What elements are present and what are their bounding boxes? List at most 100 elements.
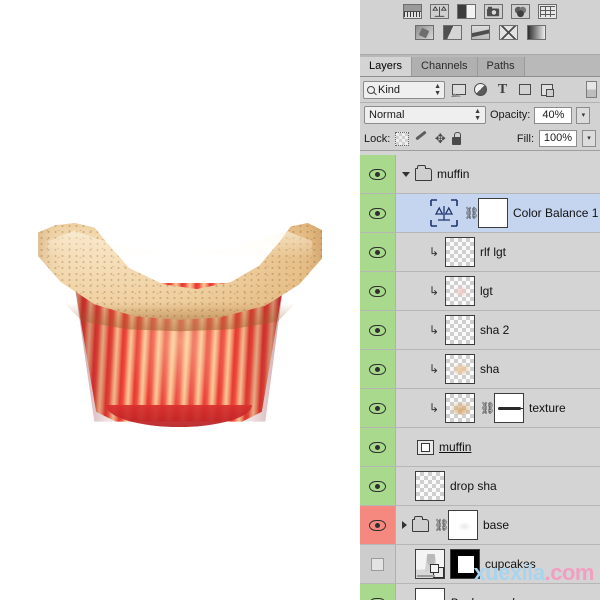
document-canvas[interactable] <box>0 0 360 600</box>
visibility-toggle[interactable] <box>360 311 396 349</box>
visibility-toggle[interactable] <box>360 506 396 544</box>
opacity-dropdown-arrow[interactable]: ▾ <box>576 106 591 124</box>
lock-image-icon[interactable] <box>414 132 428 146</box>
layer-row-cupcakes[interactable]: cupcakes <box>360 545 600 584</box>
link-icon[interactable]: ⛓ <box>434 519 449 531</box>
lock-position-icon[interactable]: ✥ <box>433 131 447 146</box>
layer-thumbnail[interactable] <box>415 549 445 579</box>
layer-name[interactable]: texture <box>529 401 566 415</box>
layer-thumbnail[interactable] <box>445 315 475 345</box>
color-balance-icon[interactable] <box>430 4 449 19</box>
visibility-toggle[interactable] <box>360 545 396 583</box>
layer-row-background[interactable]: Background <box>360 584 600 600</box>
layer-mask-thumbnail[interactable] <box>494 393 524 423</box>
visibility-toggle[interactable] <box>360 389 396 427</box>
eye-icon <box>369 363 386 375</box>
black-white-icon[interactable] <box>457 4 476 19</box>
blend-mode-value: Normal <box>369 109 405 121</box>
shape-layer-icon <box>417 439 434 455</box>
layer-mask-thumbnail[interactable] <box>450 549 480 579</box>
eye-icon <box>369 480 386 492</box>
channel-mixer-icon[interactable] <box>511 4 530 19</box>
type-filter-icon[interactable]: T <box>494 81 511 98</box>
layer-mask-thumbnail[interactable] <box>478 198 508 228</box>
shape-filter-icon[interactable] <box>516 81 533 98</box>
layer-name[interactable]: drop sha <box>450 479 497 493</box>
layer-thumbnail[interactable] <box>445 237 475 267</box>
layer-mask-thumbnail[interactable] <box>448 510 478 540</box>
layer-name[interactable]: base <box>483 518 509 532</box>
adjustments-row-1 <box>360 4 600 19</box>
link-icon[interactable]: ⛓ <box>480 402 495 414</box>
layer-name[interactable]: Background <box>450 596 514 600</box>
opacity-label: Opacity: <box>490 109 531 121</box>
filter-enable-toggle[interactable] <box>586 81 597 98</box>
lock-transparency-icon[interactable] <box>395 131 410 146</box>
invert-icon[interactable] <box>414 25 434 40</box>
layer-name[interactable]: sha <box>480 362 499 376</box>
levels-icon[interactable] <box>403 4 422 19</box>
eye-icon <box>369 168 386 180</box>
adjustment-filter-icon[interactable] <box>472 81 489 98</box>
chevron-updown-icon: ▲ ▼ <box>474 108 481 122</box>
layer-thumbnail[interactable] <box>445 354 475 384</box>
smart-object-filter-icon[interactable] <box>538 81 555 98</box>
filter-kind-select[interactable]: Kind ▲ ▼ <box>363 80 445 99</box>
layer-name[interactable]: muffin <box>437 167 469 181</box>
visibility-toggle[interactable] <box>360 194 396 232</box>
tab-channels[interactable]: Channels <box>412 57 478 76</box>
visibility-toggle[interactable] <box>360 467 396 505</box>
camera-glyph <box>487 6 500 17</box>
layer-thumbnail[interactable] <box>415 588 445 600</box>
photo-filter-icon[interactable] <box>484 4 503 19</box>
eye-icon <box>369 285 386 297</box>
layer-name[interactable]: Color Balance 1 <box>513 206 598 220</box>
layer-name[interactable]: muffin <box>439 440 471 454</box>
layer-thumbnail[interactable] <box>445 393 475 423</box>
layer-list[interactable]: muffin ⛓ Color Balance 1 ↳ rlf lgt ↳ lgt… <box>360 155 600 600</box>
layer-row-texture[interactable]: ↳ ⛓ texture <box>360 389 600 428</box>
layer-name[interactable]: rlf lgt <box>480 245 506 259</box>
visibility-toggle[interactable] <box>360 428 396 466</box>
layer-name[interactable]: lgt <box>480 284 493 298</box>
layer-thumbnail[interactable] <box>445 276 475 306</box>
visibility-toggle[interactable] <box>360 350 396 388</box>
gradient-map-icon[interactable] <box>526 25 546 40</box>
chevron-right-icon[interactable] <box>402 521 407 529</box>
layer-row-muffin-shape[interactable]: muffin <box>360 428 600 467</box>
visibility-toggle[interactable] <box>360 584 396 600</box>
layer-row-sha-2[interactable]: ↳ sha 2 <box>360 311 600 350</box>
layer-row-rlf-lgt[interactable]: ↳ rlf lgt <box>360 233 600 272</box>
tab-layers[interactable]: Layers <box>360 57 413 76</box>
chevron-updown-icon: ▲ ▼ <box>434 82 441 97</box>
visibility-toggle[interactable] <box>360 272 396 310</box>
fill-value[interactable]: 100% <box>539 130 577 147</box>
layer-row-base[interactable]: ⛓ base <box>360 506 600 545</box>
lock-all-icon[interactable] <box>452 132 466 146</box>
layer-name[interactable]: cupcakes <box>485 557 536 571</box>
selective-color-icon[interactable] <box>498 25 518 40</box>
layer-row-color-balance[interactable]: ⛓ Color Balance 1 <box>360 194 600 233</box>
eye-hidden-icon <box>371 557 384 571</box>
layer-row-lgt[interactable]: ↳ lgt <box>360 272 600 311</box>
layer-thumbnail[interactable] <box>415 471 445 501</box>
adjustment-thumbnail[interactable] <box>429 198 459 228</box>
layer-row-drop-sha[interactable]: drop sha <box>360 467 600 506</box>
pixel-filter-icon[interactable] <box>450 81 467 98</box>
eye-icon <box>369 207 386 219</box>
tab-paths[interactable]: Paths <box>477 57 525 76</box>
eye-icon <box>369 402 386 414</box>
fill-dropdown-arrow[interactable]: ▾ <box>582 130 596 147</box>
posterize-icon[interactable] <box>442 25 462 40</box>
visibility-toggle[interactable] <box>360 233 396 271</box>
link-icon[interactable]: ⛓ <box>464 207 479 219</box>
threshold-icon[interactable] <box>470 25 490 40</box>
visibility-toggle[interactable] <box>360 155 396 193</box>
opacity-value[interactable]: 40% <box>534 106 573 124</box>
chevron-down-icon[interactable] <box>402 171 410 177</box>
layer-name[interactable]: sha 2 <box>480 323 509 337</box>
layer-row-sha[interactable]: ↳ sha <box>360 350 600 389</box>
blend-mode-select[interactable]: Normal ▲ ▼ <box>364 106 486 124</box>
color-lookup-icon[interactable] <box>538 4 557 19</box>
layer-row-muffin-group[interactable]: muffin <box>360 155 600 194</box>
